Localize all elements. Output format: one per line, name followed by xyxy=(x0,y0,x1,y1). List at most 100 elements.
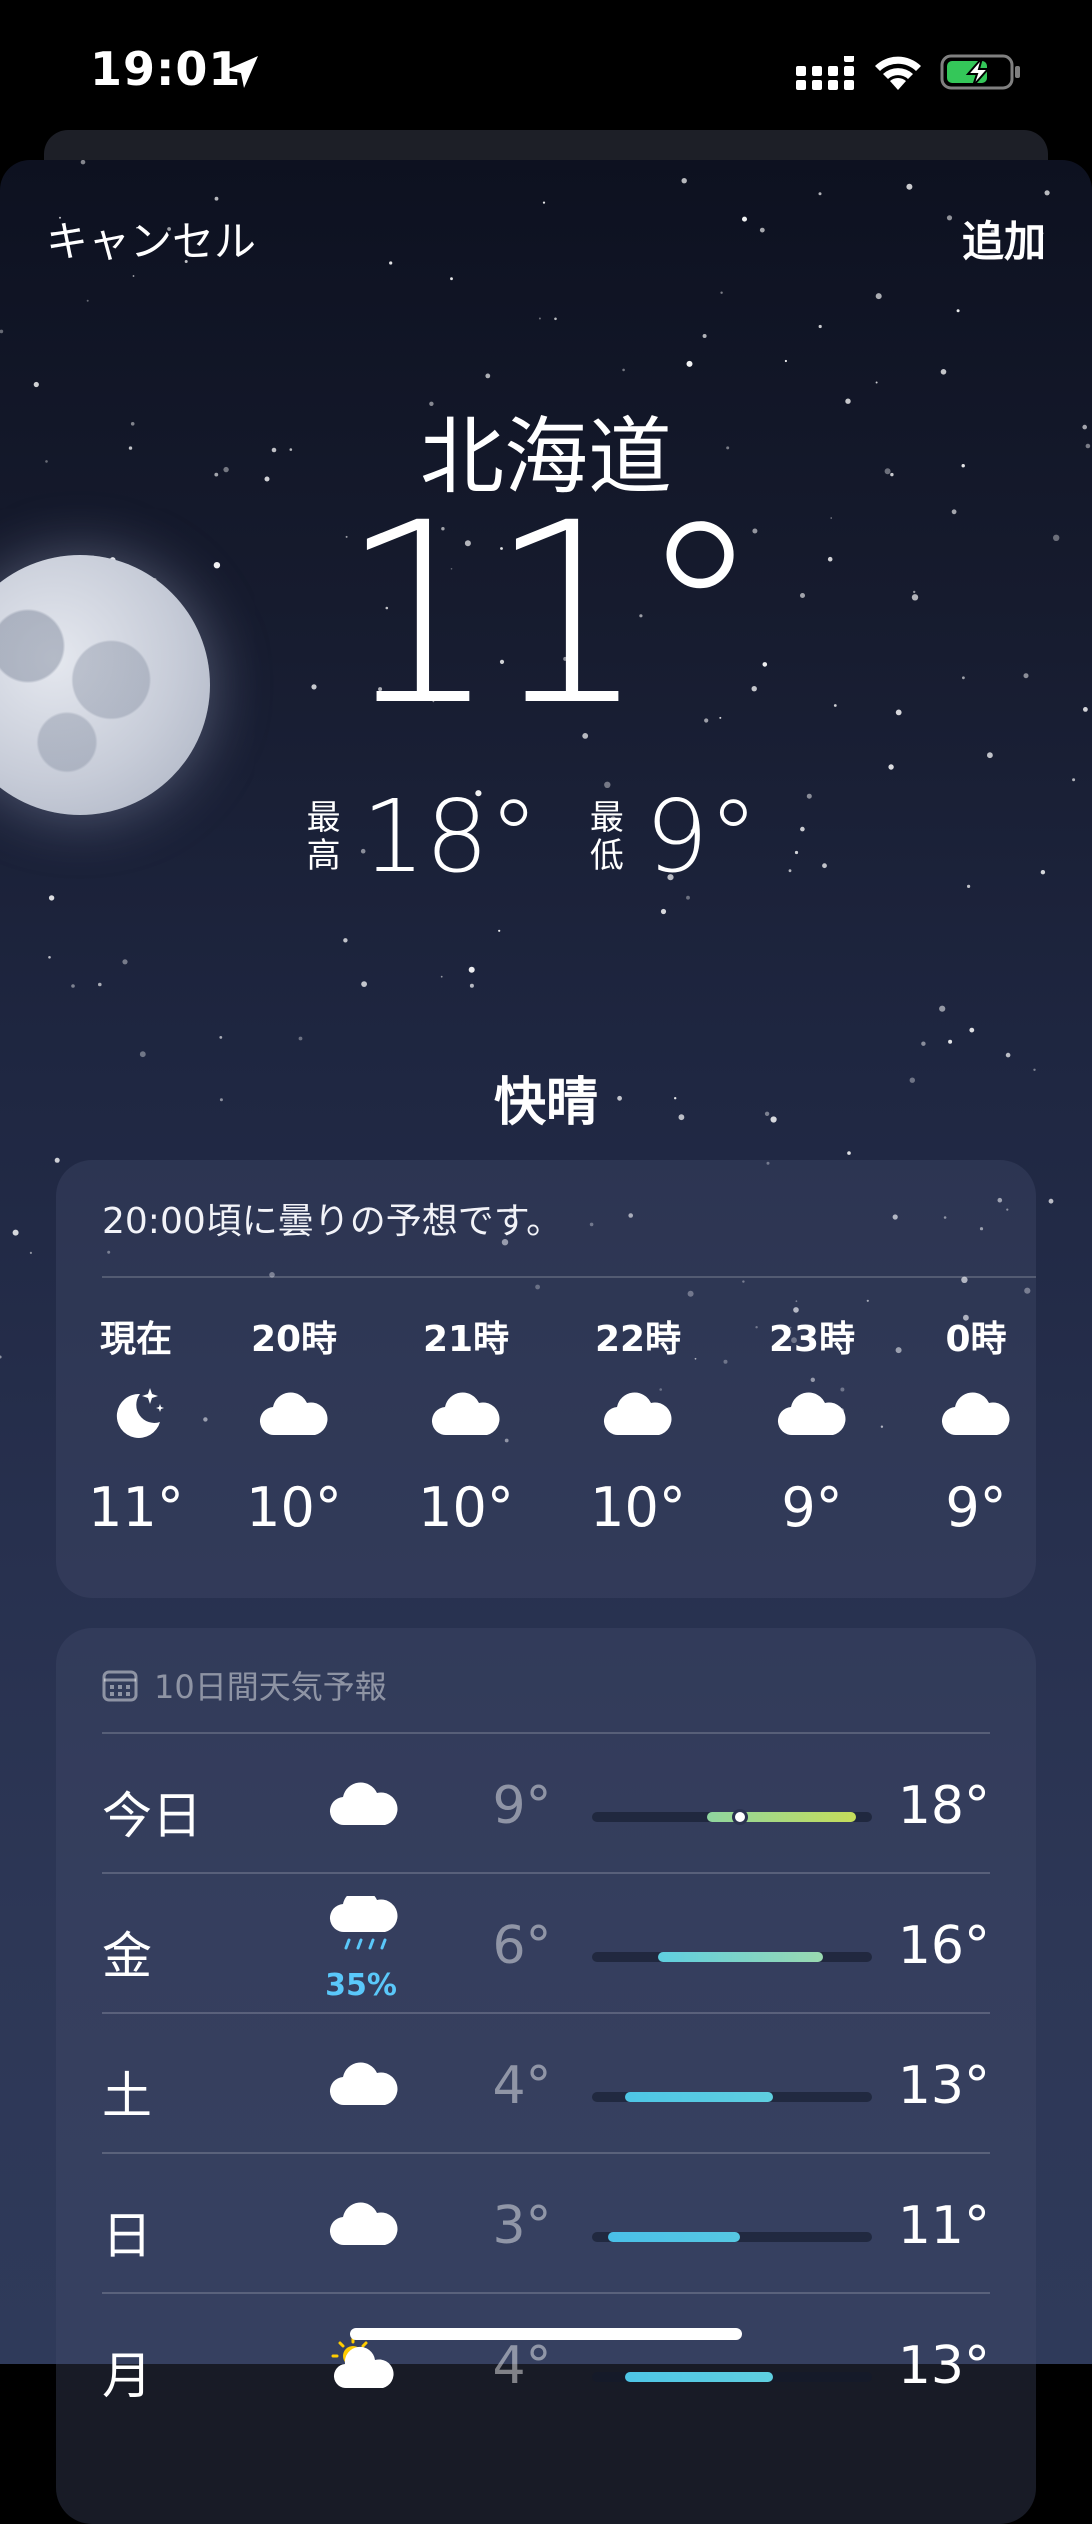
hour-item: 23時 9° xyxy=(742,1310,882,1539)
hour-label: 0時 xyxy=(945,1319,1007,1360)
hour-temperature: 10° xyxy=(418,1476,514,1539)
sun-cloud-icon xyxy=(331,2336,394,2389)
cancel-button[interactable]: キャンセル xyxy=(46,208,256,269)
star xyxy=(875,381,878,384)
ten-day-forecast-card[interactable]: 10日間天気予報 今日 9° 18° 金 35% 6° 16° 土 4° 13°… xyxy=(56,1628,1036,2524)
temperature-range-bar xyxy=(592,2232,872,2242)
cloud-icon xyxy=(329,1782,398,1826)
temperature-range-fill xyxy=(624,2372,774,2382)
high-low-row: 最高 18° 最低 9° xyxy=(0,778,1092,895)
star xyxy=(681,178,687,184)
hour-label: 現在 xyxy=(99,1319,172,1360)
star xyxy=(485,373,491,379)
add-button[interactable]: 追加 xyxy=(962,208,1046,269)
star xyxy=(987,752,993,759)
star xyxy=(469,983,474,988)
divider xyxy=(102,1276,1036,1278)
ten-day-title: 10日間天気予報 xyxy=(154,1668,387,1706)
status-time: 19:01 xyxy=(90,42,242,96)
low-temperature: 4° xyxy=(492,2336,552,2396)
hourly-forecast-card[interactable]: 20:00頃に曇りの予想です。 現在 11° 20時 10° 21時 10° 2… xyxy=(56,1160,1036,1598)
star xyxy=(686,895,690,900)
temperature-range-fill xyxy=(707,1812,856,1822)
moon-stars-icon xyxy=(116,1388,164,1438)
low-label: 最低 xyxy=(589,797,624,876)
star xyxy=(468,966,475,973)
star xyxy=(29,1251,32,1254)
high-temperature: 18° xyxy=(361,778,539,895)
star xyxy=(33,381,39,388)
day-row[interactable]: 金 35% 6° 16° xyxy=(102,1874,990,2014)
day-name: 金 xyxy=(102,1927,152,1985)
temperature-range-bar xyxy=(592,2372,872,2382)
high-temperature: 13° xyxy=(897,2336,990,2396)
precipitation-chance: 35% xyxy=(325,1968,397,2003)
hour-temperature: 11° xyxy=(88,1476,184,1539)
cloud-icon xyxy=(259,1392,328,1436)
star xyxy=(956,309,960,313)
hour-item: 0時 9° xyxy=(906,1310,1036,1539)
star xyxy=(450,277,453,281)
star xyxy=(759,227,765,233)
day-name: 今日 xyxy=(102,1787,202,1845)
battery-charging-icon xyxy=(940,54,1020,90)
day-row[interactable]: 月 4° 13° xyxy=(102,2294,990,2434)
current-temperature: 11° xyxy=(339,469,762,760)
star xyxy=(1005,1052,1011,1058)
ten-day-header: 10日間天気予報 xyxy=(102,1662,387,1708)
star xyxy=(48,956,51,959)
high-temperature: 16° xyxy=(897,1916,990,1976)
star xyxy=(139,1051,146,1058)
cloud-rain-icon xyxy=(329,1896,398,1950)
star xyxy=(71,984,75,988)
hour-temperature: 10° xyxy=(590,1476,686,1539)
star xyxy=(0,329,4,334)
star xyxy=(660,908,667,915)
temperature-range-fill xyxy=(657,1952,823,1962)
star xyxy=(875,293,882,300)
star xyxy=(132,275,135,277)
day-name: 日 xyxy=(102,2207,152,2265)
star xyxy=(214,196,219,201)
day-row[interactable]: 日 3° 11° xyxy=(102,2154,990,2294)
cloud-icon xyxy=(329,2062,398,2106)
star xyxy=(702,334,707,338)
cloud-icon xyxy=(941,1392,1010,1436)
hour-item: 現在 11° xyxy=(66,1310,206,1539)
star xyxy=(1044,190,1050,196)
star xyxy=(389,261,393,265)
star xyxy=(542,201,546,204)
star xyxy=(742,216,747,222)
star xyxy=(969,1027,975,1033)
star xyxy=(54,1157,60,1163)
cloud-icon xyxy=(603,1392,672,1436)
star xyxy=(818,192,822,196)
day-row[interactable]: 今日 9° 18° xyxy=(102,1734,990,1874)
star xyxy=(86,299,89,302)
high-temperature: 18° xyxy=(897,1776,990,1836)
high-temperature: 11° xyxy=(897,2196,990,2256)
hour-temperature: 9° xyxy=(945,1476,1007,1539)
cloud-icon xyxy=(777,1392,846,1436)
hour-label: 20時 xyxy=(250,1319,338,1360)
star xyxy=(948,1039,953,1044)
temperature-range-bar xyxy=(592,1952,872,1962)
wifi-icon xyxy=(875,56,921,90)
home-indicator[interactable] xyxy=(350,2328,742,2340)
cellular-signal-icon xyxy=(796,56,854,90)
star xyxy=(219,1036,223,1039)
star xyxy=(686,360,693,367)
hour-item: 21時 10° xyxy=(396,1310,536,1539)
day-name: 月 xyxy=(102,2347,152,2405)
star xyxy=(538,317,541,320)
status-bar: 19:01 xyxy=(0,0,1092,140)
star xyxy=(122,959,128,965)
low-temperature: 9° xyxy=(644,778,759,895)
star xyxy=(440,975,443,978)
low-temperature: 4° xyxy=(492,2056,552,2116)
star xyxy=(622,368,625,372)
star xyxy=(343,938,348,943)
hour-label: 21時 xyxy=(422,1319,510,1360)
star xyxy=(906,183,913,190)
day-row[interactable]: 土 4° 13° xyxy=(102,2014,990,2154)
